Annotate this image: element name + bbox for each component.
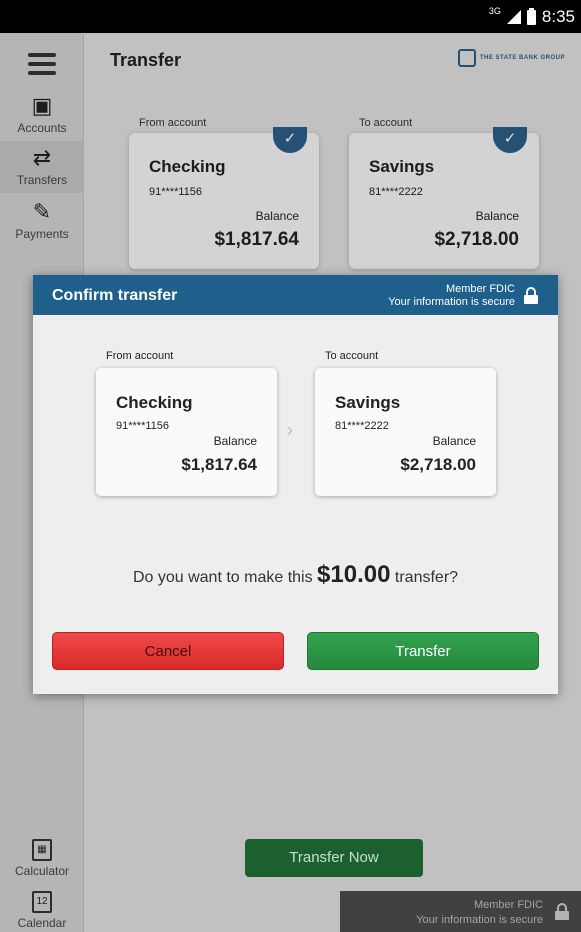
question-suffix: transfer? [394, 569, 459, 586]
account-number: 91****1156 [116, 420, 170, 432]
from-account-summary: Checking 91****1156 Balance $1,817.64 [96, 368, 277, 496]
balance-value: $1,817.64 [181, 455, 257, 474]
account-number: 81****2222 [335, 420, 389, 432]
to-account-summary: Savings 81****2222 Balance $2,718.00 [315, 368, 496, 496]
dialog-header: Confirm transfer Member FDIC Your inform… [33, 275, 558, 315]
account-name: Savings [335, 393, 401, 412]
transfer-button[interactable]: Transfer [307, 632, 539, 670]
balance-label: Balance [432, 434, 476, 448]
chevron-right-icon: › [287, 420, 293, 440]
transfer-amount: $10.00 [317, 561, 391, 588]
clock: 8:35 [541, 7, 575, 26]
balance-label: Balance [213, 434, 257, 448]
status-bar: 3G 8:35 [0, 0, 581, 33]
from-account-label: From account [106, 350, 174, 362]
secure-text: Your information is secure [388, 296, 515, 308]
to-account-label: To account [325, 350, 379, 362]
signal-icon [506, 10, 521, 24]
balance-value: $2,718.00 [400, 455, 476, 474]
cancel-button[interactable]: Cancel [52, 632, 284, 670]
lock-icon [524, 287, 538, 304]
dialog-title: Confirm transfer [52, 287, 178, 304]
network-type: 3G [488, 6, 501, 16]
question-prefix: Do you want to make this [132, 569, 313, 586]
confirm-transfer-dialog: Confirm transfer Member FDIC Your inform… [33, 275, 558, 694]
confirm-question: Do you want to make this $10.00 transfer… [33, 561, 558, 589]
account-name: Checking [116, 393, 193, 412]
battery-icon [526, 7, 536, 25]
fdic-text: Member FDIC [445, 283, 515, 295]
